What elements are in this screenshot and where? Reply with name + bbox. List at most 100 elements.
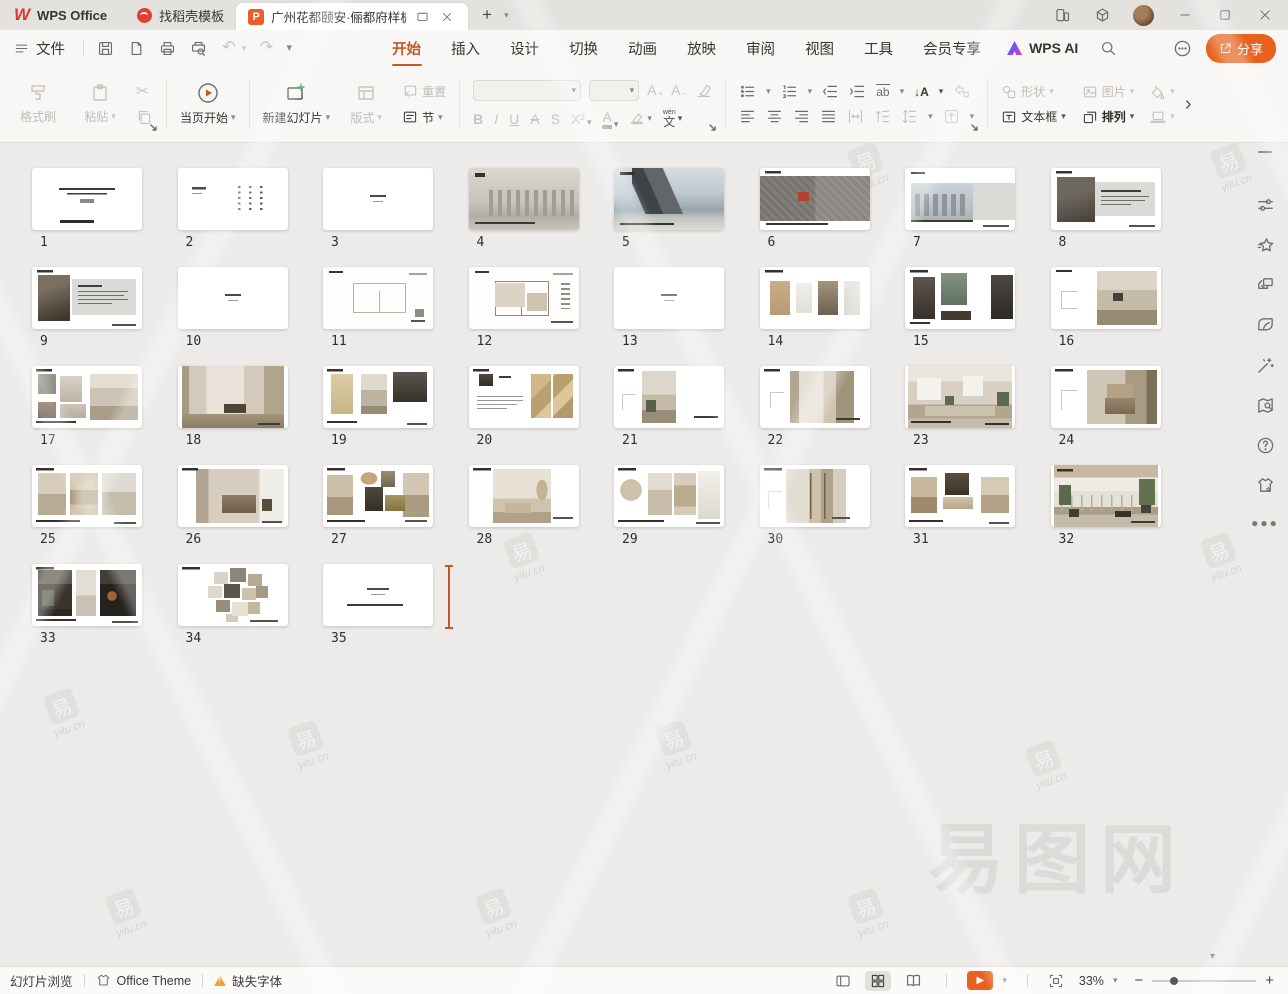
line-spacing-button[interactable] bbox=[901, 108, 918, 125]
italic-button[interactable]: I bbox=[494, 111, 498, 127]
undo-dropdown[interactable]: ▾ bbox=[242, 44, 247, 53]
slide-thumbnail-8[interactable] bbox=[1051, 168, 1161, 230]
app-tab[interactable]: W WPS Office bbox=[0, 5, 125, 25]
superscript-button[interactable]: X²▾ bbox=[571, 111, 592, 127]
share-button[interactable]: 分享 bbox=[1206, 34, 1276, 63]
smartart-convert-icon[interactable] bbox=[953, 83, 970, 100]
missing-font-button[interactable]: 缺失字体 bbox=[214, 971, 282, 990]
slide-thumbnail-1[interactable] bbox=[32, 168, 142, 230]
tab-document[interactable]: P 广州花都颐安·俪都府样板房室 bbox=[236, 3, 468, 30]
menu-tab-放映[interactable]: 放映 bbox=[687, 32, 716, 65]
collapse-handle[interactable] bbox=[1258, 151, 1272, 153]
help-icon[interactable] bbox=[1256, 436, 1275, 455]
menu-tab-动画[interactable]: 动画 bbox=[628, 32, 657, 65]
shadow-button[interactable]: S bbox=[551, 111, 560, 127]
align-right-button[interactable] bbox=[793, 108, 810, 125]
slide-thumbnail-29[interactable] bbox=[614, 465, 724, 527]
slide-thumbnail-4[interactable] bbox=[469, 168, 579, 230]
normal-view-button[interactable] bbox=[830, 971, 856, 991]
menu-tab-会员专享[interactable]: 会员专享 bbox=[923, 32, 981, 65]
slide-thumbnail-34[interactable] bbox=[178, 564, 288, 626]
font-size-combobox[interactable]: ▾ bbox=[589, 80, 639, 101]
slide-thumbnail-27[interactable] bbox=[323, 465, 433, 527]
minimize-button[interactable] bbox=[1168, 2, 1202, 28]
increase-font-button[interactable]: A+ bbox=[647, 82, 663, 98]
menu-tab-开始[interactable]: 开始 bbox=[392, 32, 421, 65]
slide-thumbnail-25[interactable] bbox=[32, 465, 142, 527]
align-center-button[interactable] bbox=[766, 108, 783, 125]
wps-ai-button[interactable]: WPS AI bbox=[1007, 40, 1078, 56]
undo-icon[interactable]: ↶ bbox=[218, 37, 240, 59]
redo-icon[interactable]: ↷ bbox=[256, 37, 278, 59]
slide-sorter-view-button[interactable] bbox=[865, 971, 891, 991]
slide-thumbnail-21[interactable] bbox=[614, 366, 724, 428]
search-button[interactable] bbox=[1100, 40, 1117, 57]
fit-window-button[interactable] bbox=[1048, 973, 1064, 989]
slide-thumbnail-15[interactable] bbox=[905, 267, 1015, 329]
font-expander-icon[interactable] bbox=[709, 124, 717, 132]
magic-wand-icon[interactable] bbox=[1256, 356, 1275, 375]
layout-button[interactable]: 版式▾ bbox=[340, 75, 392, 133]
favorites-star-icon[interactable] bbox=[1256, 236, 1275, 255]
cut-icon[interactable]: ✂ bbox=[136, 82, 153, 100]
slide-thumbnail-33[interactable] bbox=[32, 564, 142, 626]
close-window-button[interactable] bbox=[1248, 2, 1282, 28]
slide-thumbnail-30[interactable] bbox=[760, 465, 870, 527]
slide-thumbnail-9[interactable] bbox=[32, 267, 142, 329]
reading-view-button[interactable] bbox=[900, 971, 926, 991]
paste-button[interactable]: 粘贴▾ bbox=[74, 75, 126, 133]
slide-thumbnail-17[interactable] bbox=[32, 366, 142, 428]
slide-thumbnail-26[interactable] bbox=[178, 465, 288, 527]
slide-thumbnail-13[interactable] bbox=[614, 267, 724, 329]
slide-thumbnail-6[interactable] bbox=[760, 168, 870, 230]
line-spacing-up-button[interactable] bbox=[874, 108, 891, 125]
strikethrough-a-button[interactable]: A bbox=[530, 111, 539, 127]
slide-thumbnail-5[interactable] bbox=[614, 168, 724, 230]
bullets-button[interactable] bbox=[739, 83, 756, 100]
frame-button[interactable]: ▾ bbox=[1150, 109, 1175, 125]
zoom-in-button[interactable]: + bbox=[1265, 972, 1274, 989]
slide-thumbnail-10[interactable] bbox=[178, 267, 288, 329]
file-menu[interactable]: 文件 bbox=[0, 38, 77, 59]
slideshow-play-button[interactable]: ▶ bbox=[967, 971, 993, 990]
slideshow-play-dropdown[interactable]: ▾ bbox=[1002, 976, 1007, 985]
reset-button[interactable]: 重置 bbox=[402, 83, 446, 100]
copy-style-icon[interactable] bbox=[1256, 276, 1275, 295]
workspace-cube-icon[interactable] bbox=[1085, 2, 1119, 28]
tab-list-dropdown[interactable]: ▾ bbox=[504, 11, 509, 20]
float-window-icon[interactable] bbox=[413, 6, 431, 28]
print-icon[interactable] bbox=[156, 37, 178, 59]
slide-thumbnail-11[interactable] bbox=[323, 267, 433, 329]
ribbon-expand-chevron[interactable]: › bbox=[1185, 93, 1192, 116]
menu-tab-工具[interactable]: 工具 bbox=[864, 32, 893, 65]
format-painter-button[interactable]: 格式刷 bbox=[12, 75, 64, 133]
slide-sorter-canvas[interactable]: 易yitu.cn 易yitu.cn 易yitu.cn 易yitu.cn 易yit… bbox=[0, 143, 1288, 966]
text-direction-button[interactable]: ↓A bbox=[914, 85, 929, 99]
zoom-dropdown[interactable]: ▾ bbox=[1113, 976, 1118, 985]
user-avatar[interactable] bbox=[1133, 5, 1154, 26]
slide-thumbnail-2[interactable] bbox=[178, 168, 288, 230]
device-sync-icon[interactable] bbox=[1045, 2, 1079, 28]
more-tools-icon[interactable]: ●●● bbox=[1251, 516, 1279, 530]
navigation-map-icon[interactable] bbox=[1256, 396, 1275, 415]
slide-thumbnail-16[interactable] bbox=[1051, 267, 1161, 329]
clipboard-expander-icon[interactable] bbox=[150, 124, 158, 132]
slide-thumbnail-19[interactable] bbox=[323, 366, 433, 428]
new-slide-button[interactable]: 新建幻灯片▾ bbox=[263, 75, 331, 133]
fill-color-button[interactable]: ▾ bbox=[1150, 84, 1175, 100]
char-spacing-button[interactable]: ab bbox=[876, 84, 889, 99]
arrange-button[interactable]: 排列▾ bbox=[1082, 108, 1135, 125]
slide-thumbnail-3[interactable] bbox=[323, 168, 433, 230]
shapes-button[interactable]: 形状▾ bbox=[1001, 83, 1066, 100]
theme-button[interactable]: Office Theme bbox=[96, 973, 192, 988]
bold-button[interactable]: B bbox=[473, 111, 483, 127]
slide-thumbnail-28[interactable] bbox=[469, 465, 579, 527]
paragraph-settings-button[interactable] bbox=[943, 108, 960, 125]
menu-tab-审阅[interactable]: 审阅 bbox=[746, 32, 775, 65]
slide-thumbnail-24[interactable] bbox=[1051, 366, 1161, 428]
decrease-font-button[interactable]: A− bbox=[671, 82, 687, 98]
more-circle-icon[interactable] bbox=[1173, 39, 1192, 58]
zoom-slider[interactable] bbox=[1152, 980, 1256, 982]
slide-thumbnail-32[interactable] bbox=[1051, 465, 1161, 527]
slide-thumbnail-22[interactable] bbox=[760, 366, 870, 428]
